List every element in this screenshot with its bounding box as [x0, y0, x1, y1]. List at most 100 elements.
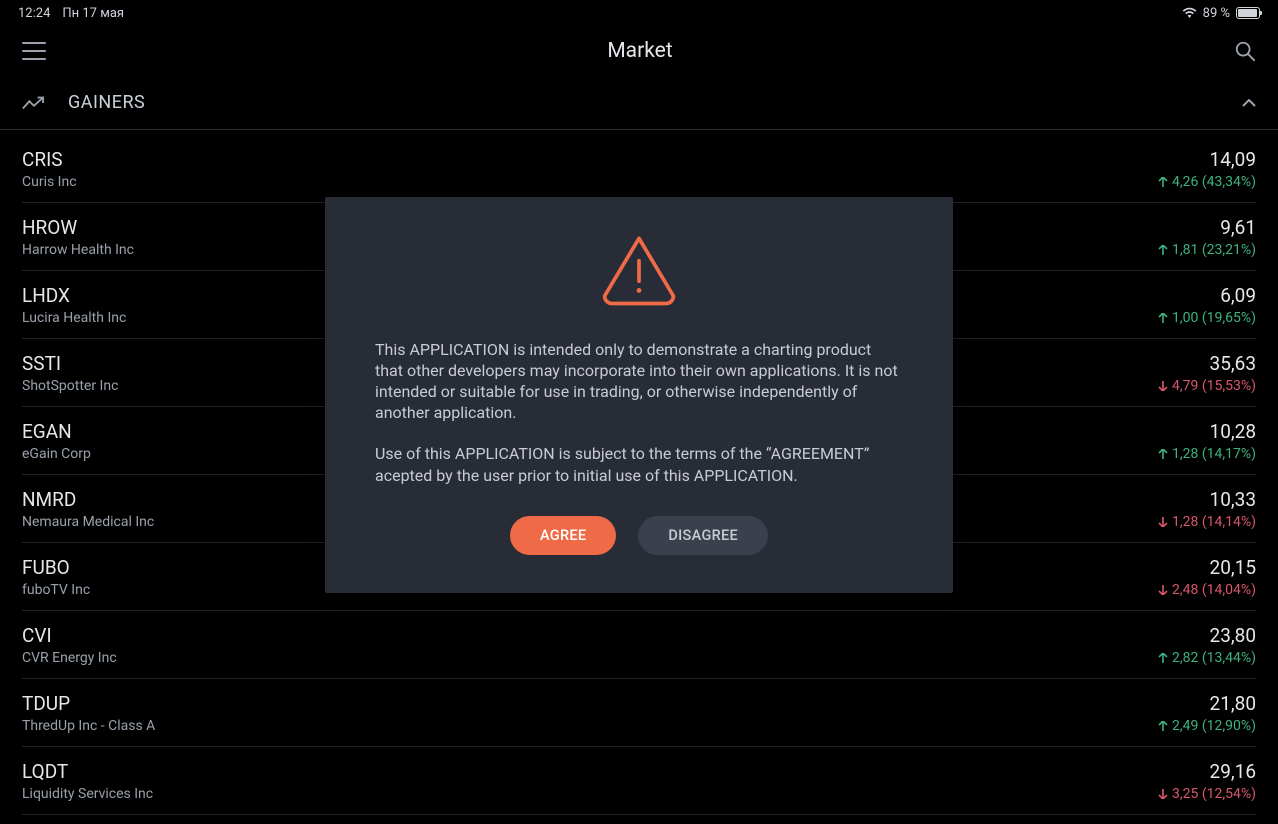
change-value: 2,49 (12,90%): [1172, 718, 1256, 734]
arrow-up-icon: [1158, 177, 1168, 187]
ticker: EGAN: [22, 420, 91, 443]
app-header: Market: [0, 26, 1278, 76]
row-left: CRIS Curis Inc: [22, 148, 77, 190]
row-right: 35,63 4,79 (15,53%): [1158, 352, 1256, 394]
change-value: 2,48 (14,04%): [1172, 582, 1256, 598]
arrow-down-icon: [1158, 585, 1168, 595]
menu-icon[interactable]: [22, 42, 46, 60]
ticker: SSTI: [22, 352, 118, 375]
row-right: 6,09 1,00 (19,65%): [1158, 284, 1256, 326]
price: 23,80: [1210, 624, 1256, 647]
price-change: 4,26 (43,34%): [1158, 174, 1256, 190]
company-name: Liquidity Services Inc: [22, 786, 153, 802]
price-change: 1,28 (14,14%): [1158, 514, 1256, 530]
row-left: CVI CVR Energy Inc: [22, 624, 117, 666]
page-title: Market: [607, 39, 672, 63]
row-right: 10,33 1,28 (14,14%): [1158, 488, 1256, 530]
arrow-down-icon: [1158, 517, 1168, 527]
price-change: 2,82 (13,44%): [1158, 650, 1256, 666]
price: 6,09: [1220, 284, 1256, 307]
modal-icon-wrap: [375, 233, 903, 307]
row-right: 9,61 1,81 (23,21%): [1158, 216, 1256, 258]
company-name: eGain Corp: [22, 446, 91, 462]
price: 9,61: [1220, 216, 1256, 239]
company-name: Nemaura Medical Inc: [22, 514, 154, 530]
arrow-up-icon: [1158, 313, 1168, 323]
row-left: TDUP ThredUp Inc - Class A: [22, 692, 155, 734]
change-value: 1,00 (19,65%): [1172, 310, 1256, 326]
change-value: 4,79 (15,53%): [1172, 378, 1256, 394]
change-value: 4,26 (43,34%): [1172, 174, 1256, 190]
battery-icon: [1236, 7, 1260, 19]
warning-icon: [599, 233, 679, 307]
price: 35,63: [1210, 352, 1256, 375]
row-left: FUBO fuboTV Inc: [22, 556, 90, 598]
status-time: 12:24: [18, 6, 50, 21]
status-bar: 12:24 Пн 17 мая 89 %: [0, 0, 1278, 26]
ticker: CRIS: [22, 148, 77, 171]
ticker: TDUP: [22, 692, 155, 715]
arrow-up-icon: [1158, 245, 1168, 255]
arrow-up-icon: [1158, 721, 1168, 731]
change-value: 1,28 (14,14%): [1172, 514, 1256, 530]
arrow-down-icon: [1158, 381, 1168, 391]
row-right: 29,16 3,25 (12,54%): [1158, 760, 1256, 802]
stock-row[interactable]: LQDTLiquidity Services Inc29,163,25 (12,…: [22, 747, 1256, 815]
price: 29,16: [1210, 760, 1256, 783]
modal-actions: AGREE DISAGREE: [375, 516, 903, 555]
chevron-up-icon[interactable]: [1242, 99, 1256, 107]
company-name: CVR Energy Inc: [22, 650, 117, 666]
price-change: 4,79 (15,53%): [1158, 378, 1256, 394]
price: 10,33: [1210, 488, 1256, 511]
change-value: 1,81 (23,21%): [1172, 242, 1256, 258]
price-change: 2,49 (12,90%): [1158, 718, 1256, 734]
price: 21,80: [1210, 692, 1256, 715]
change-value: 3,25 (12,54%): [1172, 786, 1256, 802]
price: 20,15: [1210, 556, 1256, 579]
change-value: 1,28 (14,17%): [1172, 446, 1256, 462]
arrow-up-icon: [1158, 449, 1168, 459]
row-left: NMRD Nemaura Medical Inc: [22, 488, 154, 530]
row-right: 10,28 1,28 (14,17%): [1158, 420, 1256, 462]
company-name: Curis Inc: [22, 174, 77, 190]
section-header[interactable]: GAINERS: [0, 76, 1278, 130]
search-icon[interactable]: [1234, 40, 1256, 62]
modal-paragraph-2: Use of this APPLICATION is subject to th…: [375, 443, 903, 485]
company-name: Lucira Health Inc: [22, 310, 126, 326]
row-right: 20,15 2,48 (14,04%): [1158, 556, 1256, 598]
ticker: NMRD: [22, 488, 154, 511]
row-right: 23,80 2,82 (13,44%): [1158, 624, 1256, 666]
row-right: 14,094,26 (43,34%): [1158, 148, 1256, 190]
company-name: ThredUp Inc - Class A: [22, 718, 155, 734]
disagree-button[interactable]: DISAGREE: [638, 516, 768, 555]
stock-row[interactable]: CVI CVR Energy Inc 23,80 2,82 (13,44%): [22, 611, 1256, 679]
ticker: FUBO: [22, 556, 90, 579]
ticker: HROW: [22, 216, 134, 239]
agree-button[interactable]: AGREE: [510, 516, 616, 555]
price-change: 3,25 (12,54%): [1158, 786, 1256, 802]
section-title: GAINERS: [68, 92, 145, 113]
price-change: 1,81 (23,21%): [1158, 242, 1256, 258]
company-name: ShotSpotter Inc: [22, 378, 118, 394]
stock-row[interactable]: TDUP ThredUp Inc - Class A 21,80 2,49 (12,9…: [22, 679, 1256, 747]
row-left: SSTI ShotSpotter Inc: [22, 352, 118, 394]
row-left: LHDX Lucira Health Inc: [22, 284, 126, 326]
wifi-icon: [1182, 7, 1197, 19]
row-left: EGAN eGain Corp: [22, 420, 91, 462]
trending-up-icon: [22, 96, 44, 110]
stock-row[interactable]: CRIS Curis Inc 14,094,26 (43,34%): [22, 130, 1256, 203]
modal-paragraph-1: This APPLICATION is intended only to dem…: [375, 339, 903, 423]
change-value: 2,82 (13,44%): [1172, 650, 1256, 666]
status-right: 89 %: [1182, 6, 1260, 21]
battery-percent: 89 %: [1203, 6, 1230, 21]
price-change: 1,00 (19,65%): [1158, 310, 1256, 326]
ticker: CVI: [22, 624, 117, 647]
company-name: fuboTV Inc: [22, 582, 90, 598]
price-change: 1,28 (14,17%): [1158, 446, 1256, 462]
ticker: LHDX: [22, 284, 126, 307]
status-left: 12:24 Пн 17 мая: [18, 6, 124, 21]
price: 10,28: [1210, 420, 1256, 443]
price-change: 2,48 (14,04%): [1158, 582, 1256, 598]
row-left: HROWHarrow Health Inc: [22, 216, 134, 258]
arrow-down-icon: [1158, 789, 1168, 799]
